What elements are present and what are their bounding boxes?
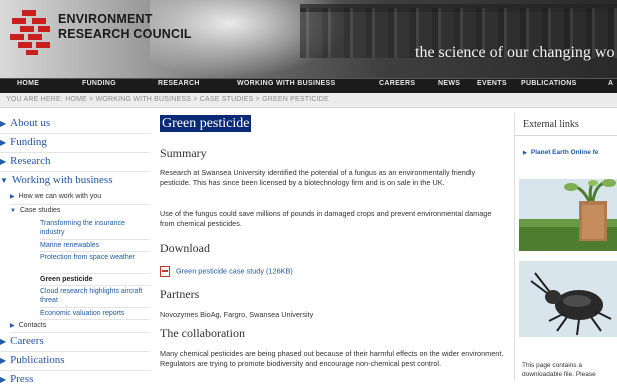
sidebar-item-green-pesticide[interactable]: Green pesticide [40, 275, 150, 286]
arrow-right-icon: ▶ [10, 323, 15, 329]
arrow-right-icon: ▶ [0, 356, 7, 365]
arrow-down-icon: ▼ [0, 176, 8, 185]
right-column: External links ▶ Planet Earth Online fe T… [514, 113, 617, 382]
arrow-right-icon: ▶ [0, 375, 7, 384]
sidebar-item-label: Cloud research highlights aircraft threa… [40, 288, 143, 304]
planet-earth-online-label: Planet Earth Online fe [530, 149, 599, 156]
weevil-photo [519, 261, 617, 337]
org-name-line1: ENVIRONMENT [58, 12, 153, 26]
breadcrumb: YOU ARE HERE: HOME > WORKING WITH BUSINE… [0, 93, 617, 108]
planet-earth-online-link[interactable]: ▶ Planet Earth Online fe [523, 149, 598, 156]
sidebar-item-press[interactable]: ▶ Press [0, 373, 150, 385]
sidebar-item-label: Contacts [18, 322, 47, 329]
sidebar-item-publications[interactable]: ▶ Publications [0, 354, 150, 371]
sidebar-item-about[interactable]: ▶ About us [0, 117, 150, 134]
sidebar-item-economic-valuation[interactable]: Economic valuation reports [40, 309, 150, 320]
crop-photo [519, 179, 617, 251]
sidebar-item-label: About us [10, 117, 51, 129]
download-link[interactable]: Green pesticide case study (126KB) [160, 266, 293, 277]
arrow-down-icon: ▼ [10, 208, 16, 214]
sidebar-item-how-we-can-work[interactable]: ▶ How we can work with you [10, 193, 150, 205]
sidebar-item-label: How we can work with you [18, 193, 102, 200]
sidebar-item-funding[interactable]: ▶ Funding [0, 136, 150, 153]
sidebar-item-label: Green pesticide [40, 276, 93, 283]
sidebar-item-label: Careers [10, 335, 44, 347]
sidebar-item-transforming-insurance[interactable]: Transforming the insurance industry [40, 219, 150, 240]
org-name-line2: RESEARCH COUNCIL [58, 27, 192, 41]
header-banner: ENVIRONMENT RESEARCH COUNCIL the science… [0, 0, 617, 78]
sidebar-item-label: Economic valuation reports [40, 310, 125, 317]
summary-paragraph-1: Research at Swansea University identifie… [160, 168, 476, 187]
sidebar-item-marine-renewables[interactable]: Marine renewables [40, 241, 150, 252]
nav-research[interactable]: RESEARCH [158, 80, 200, 87]
download-note: This page contains a downloadable file. … [522, 362, 596, 378]
sidebar-item-contacts[interactable]: ▶ Contacts [10, 322, 150, 333]
summary-heading: Summary [160, 146, 207, 160]
divider [515, 135, 617, 136]
sidebar-item-cloud-research[interactable]: Cloud research highlights aircraft threa… [40, 287, 150, 308]
sidebar-item-label: Working with business [11, 174, 113, 186]
nav-more[interactable]: A [608, 80, 613, 87]
sidebar-item-careers[interactable]: ▶ Careers [0, 335, 150, 352]
sidebar-item-label: Research [10, 155, 51, 167]
sidebar-item-label: Transforming the insurance industry [40, 220, 125, 236]
tagline: the science of our changing wo [415, 44, 615, 61]
arrow-right-icon: ▶ [10, 194, 15, 200]
nav-publications[interactable]: PUBLICATIONS [521, 80, 577, 87]
download-heading: Download [160, 241, 210, 255]
partners-heading: Partners [160, 287, 200, 301]
collaboration-heading: The collaboration [160, 326, 245, 340]
download-link-label: Green pesticide case study (126KB) [176, 266, 293, 276]
arrow-right-icon: ▶ [0, 119, 7, 128]
pdf-icon [160, 266, 170, 277]
arrow-right-icon: ▶ [0, 337, 7, 346]
sidebar-item-space-weather[interactable]: Protection from space weather [40, 253, 150, 274]
nav-events[interactable]: EVENTS [477, 80, 507, 87]
nav-home[interactable]: HOME [17, 80, 39, 87]
sidebar-item-label: Protection from space weather [40, 254, 135, 261]
collaboration-paragraph: Many chemical pesticides are being phase… [160, 349, 504, 368]
sidebar-item-label: Case studies [19, 207, 61, 214]
partners-text: Novozymes BioAg, Fargro, Swansea Univers… [160, 310, 314, 319]
sidebar-item-working-with-business[interactable]: ▼ Working with business [0, 174, 150, 190]
org-name[interactable]: ENVIRONMENT RESEARCH COUNCIL [58, 12, 192, 42]
erc-logo[interactable] [8, 8, 52, 56]
nav-news[interactable]: NEWS [438, 80, 460, 87]
summary-paragraph-2: Use of the fungus could save millions of… [160, 209, 492, 228]
sidebar-item-case-studies[interactable]: ▼ Case studies [10, 207, 150, 217]
nav-funding[interactable]: FUNDING [82, 80, 116, 87]
arrow-right-icon: ▶ [0, 138, 7, 147]
sidebar-item-research[interactable]: ▶ Research [0, 155, 150, 172]
nav-working-with-business[interactable]: WORKING WITH BUSINESS [237, 80, 335, 87]
page-title: Green pesticide [160, 115, 252, 132]
sidebar-item-label: Marine renewables [40, 242, 100, 249]
nav-careers[interactable]: CAREERS [379, 80, 415, 87]
sidebar-item-label: Publications [10, 354, 65, 366]
sidebar-item-label: Press [10, 373, 34, 385]
main-navigation: HOME FUNDING RESEARCH WORKING WITH BUSIN… [0, 78, 617, 93]
arrow-right-icon: ▶ [523, 150, 527, 156]
sidebar-item-label: Funding [10, 136, 47, 148]
arrow-right-icon: ▶ [0, 157, 7, 166]
external-links-heading: External links [523, 119, 579, 130]
breadcrumb-text[interactable]: YOU ARE HERE: HOME > WORKING WITH BUSINE… [6, 96, 329, 103]
